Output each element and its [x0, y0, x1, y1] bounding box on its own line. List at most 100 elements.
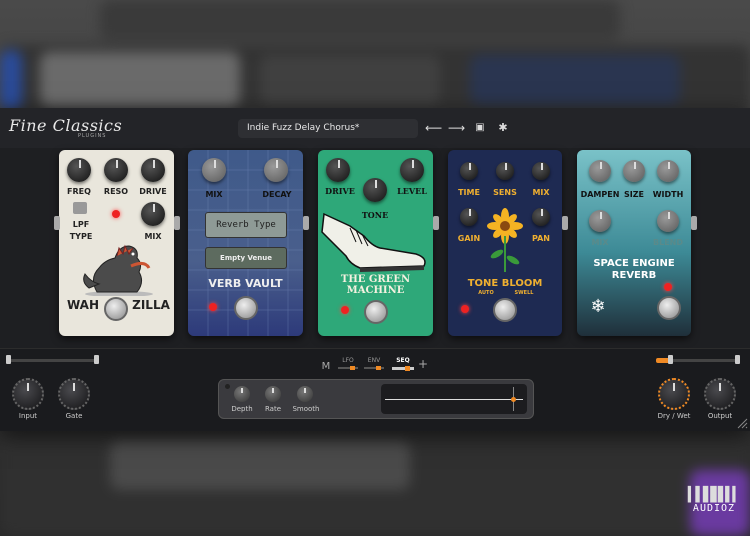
lfo-indicator — [350, 366, 355, 370]
input-knob[interactable] — [12, 378, 44, 410]
verb-footswitch[interactable] — [234, 296, 258, 320]
jack-1 — [174, 216, 180, 230]
bloom-mix-knob[interactable] — [532, 162, 550, 180]
swell-label: SWELL — [514, 290, 534, 296]
mod-handle-dot[interactable] — [225, 384, 230, 389]
type-switch[interactable] — [73, 202, 87, 214]
verb-mix-label: MIX — [205, 190, 223, 199]
output-label: Output — [707, 412, 733, 420]
pedal-spaceengine[interactable]: DAMPEN SIZE WIDTH MIX BLEND SPACE ENGINE… — [577, 150, 691, 336]
gain-knob[interactable] — [460, 208, 478, 226]
size-knob[interactable] — [623, 160, 645, 182]
boot-illustration — [321, 212, 426, 272]
size-label: SIZE — [623, 190, 644, 199]
green-drive-knob[interactable] — [326, 158, 350, 182]
bloom-mix-label: MIX — [532, 188, 550, 197]
pedal-verbvault[interactable]: MIX DECAY Reverb Type Empty Venue VERB V… — [188, 150, 303, 336]
tonebloom-title: TONE BLOOM — [467, 278, 543, 289]
drywet-meter-handle[interactable] — [668, 355, 673, 364]
jack-2 — [303, 216, 309, 230]
pedal-tonebloom[interactable]: TIME SENS MIX GAIN PAN TONE BLOOM AUTO S… — [448, 150, 562, 336]
verbvault-title: VERB VAULT — [208, 277, 283, 290]
green-led — [341, 306, 349, 314]
arrow-right-icon[interactable]: ⟶ — [448, 120, 465, 136]
monster-illustration — [83, 244, 153, 296]
input-meter — [8, 359, 98, 362]
env-underline — [364, 367, 384, 369]
verb-led — [209, 303, 217, 311]
jack-3 — [433, 216, 439, 230]
decay-label: DECAY — [262, 190, 292, 199]
dampen-label: DAMPEN — [580, 190, 620, 199]
tab-env[interactable]: ENV — [364, 357, 384, 364]
green-footswitch[interactable] — [364, 300, 388, 324]
zilla-title: ZILLA — [132, 298, 170, 312]
depth-knob[interactable] — [234, 386, 250, 402]
gear-icon[interactable]: ✱ — [495, 120, 511, 136]
drive-label: DRIVE — [139, 187, 167, 196]
freq-knob[interactable] — [67, 158, 91, 182]
reso-knob[interactable] — [104, 158, 128, 182]
rate-knob[interactable] — [265, 386, 281, 402]
reverb-type-display: Reverb Type — [205, 212, 287, 238]
flower-illustration — [487, 208, 523, 272]
green-level-label: LEVEL — [397, 186, 427, 196]
smooth-label: Smooth — [292, 405, 320, 413]
mix-knob[interactable] — [141, 202, 165, 226]
tab-seq[interactable]: SEQ — [392, 357, 414, 364]
wah-footswitch[interactable] — [104, 297, 128, 321]
reverb-type-select[interactable]: Empty Venue — [205, 247, 287, 269]
dampen-knob[interactable] — [589, 160, 611, 182]
sequencer-line — [385, 399, 523, 400]
time-knob[interactable] — [460, 162, 478, 180]
input-meter-handle[interactable] — [6, 355, 11, 364]
smooth-knob[interactable] — [297, 386, 313, 402]
gate-knob[interactable] — [58, 378, 90, 410]
mod-tab-m[interactable]: M — [318, 361, 334, 372]
lfo-underline — [338, 367, 358, 369]
pedal-greenmachine[interactable]: DRIVE LEVEL TONE THE GREEN MACHINE — [318, 150, 433, 336]
green-level-knob[interactable] — [400, 158, 424, 182]
freq-label: FREQ — [67, 187, 91, 196]
sequencer-display[interactable] — [381, 384, 527, 414]
green-tone-knob[interactable] — [363, 178, 387, 202]
lpf-label: LPF — [72, 220, 90, 229]
pan-knob[interactable] — [532, 208, 550, 226]
blend-knob[interactable] — [657, 210, 679, 232]
space-mix-knob[interactable] — [589, 210, 611, 232]
spaceengine-title: SPACE ENGINE REVERB — [593, 258, 675, 281]
auto-label: AUTO — [478, 290, 494, 296]
brand-logo-sub: PLUGINS — [78, 133, 107, 139]
space-footswitch[interactable] — [657, 296, 681, 320]
decay-knob[interactable] — [264, 158, 288, 182]
env-indicator — [376, 366, 381, 370]
sens-knob[interactable] — [496, 162, 514, 180]
jack-4 — [562, 216, 568, 230]
sequencer-point[interactable] — [511, 397, 516, 402]
time-label: TIME — [458, 188, 480, 197]
save-icon[interactable]: ▣ — [472, 120, 488, 136]
green-drive-label: DRIVE — [325, 186, 355, 196]
width-knob[interactable] — [657, 160, 679, 182]
audioz-watermark: ▍▌▋▊▋▌▍ AUDIOZ — [687, 487, 741, 514]
output-meter-handle[interactable] — [735, 355, 740, 364]
arrow-left-icon[interactable]: ⟵ — [425, 120, 442, 136]
watermark-text: AUDIOZ — [692, 503, 736, 514]
add-mod-button[interactable]: + — [416, 357, 430, 371]
resize-grip-icon[interactable] — [736, 417, 748, 429]
blend-label: BLEND — [653, 238, 683, 247]
bloom-footswitch[interactable] — [493, 298, 517, 322]
output-knob[interactable] — [704, 378, 736, 410]
gate-meter-handle[interactable] — [94, 355, 99, 364]
pedal-wahzilla[interactable]: FREQ RESO DRIVE LPF TYPE MIX WAH ZILLA — [59, 150, 174, 336]
depth-label: Depth — [231, 405, 253, 413]
drive-knob[interactable] — [141, 158, 165, 182]
drywet-label: Dry / Wet — [657, 412, 691, 420]
tab-lfo[interactable]: LFO — [338, 357, 358, 364]
seq-underline — [392, 367, 414, 370]
preset-selector[interactable]: Indie Fuzz Delay Chorus* — [238, 119, 418, 138]
pan-label: PAN — [531, 234, 550, 243]
verb-mix-knob[interactable] — [202, 158, 226, 182]
waveform-icon: ▍▌▋▊▋▌▍ — [687, 487, 741, 503]
drywet-knob[interactable] — [658, 378, 690, 410]
